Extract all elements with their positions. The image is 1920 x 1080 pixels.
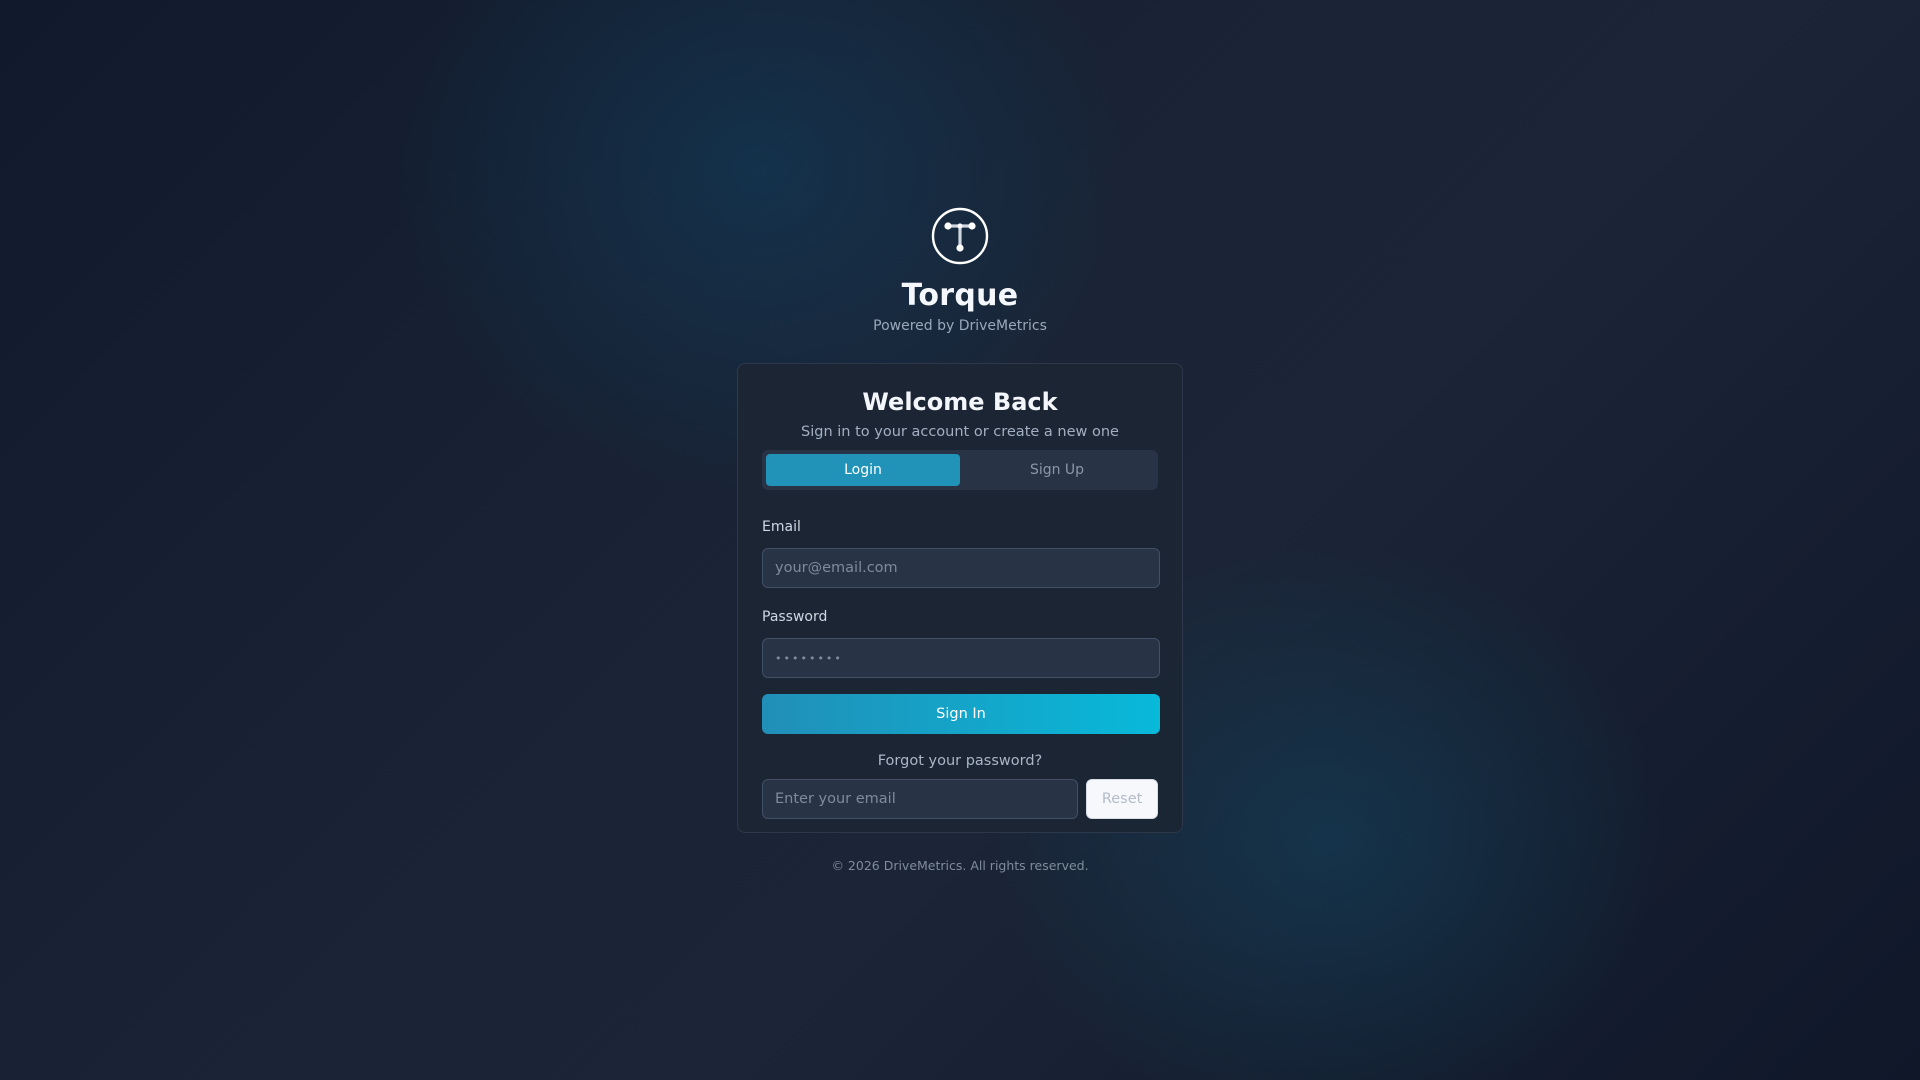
- email-field[interactable]: [762, 548, 1160, 588]
- card-title: Welcome Back: [862, 388, 1058, 416]
- email-label: Email: [762, 519, 801, 535]
- tab-sign-up[interactable]: Sign Up: [960, 454, 1154, 486]
- footer-copyright: © 2026 DriveMetrics. All rights reserved…: [831, 858, 1089, 873]
- torque-logo-icon: [931, 207, 989, 265]
- password-label: Password: [762, 609, 828, 625]
- password-field[interactable]: [762, 638, 1160, 678]
- reset-button[interactable]: Reset: [1086, 779, 1158, 819]
- card-subtitle: Sign in to your account or create a new …: [801, 424, 1119, 440]
- app-name: Torque: [901, 278, 1019, 313]
- sign-in-button[interactable]: Sign In: [762, 694, 1160, 734]
- tab-login[interactable]: Login: [766, 454, 960, 486]
- app-tagline: Powered by DriveMetrics: [873, 318, 1047, 334]
- auth-tabs: Login Sign Up: [762, 450, 1158, 490]
- forgot-password-link[interactable]: Forgot your password?: [762, 752, 1158, 770]
- reset-row: Reset: [762, 779, 1158, 819]
- auth-card: Welcome Back Sign in to your account or …: [737, 363, 1183, 833]
- brand-header: Torque Powered by DriveMetrics: [0, 207, 1920, 335]
- reset-email-field[interactable]: [762, 779, 1079, 819]
